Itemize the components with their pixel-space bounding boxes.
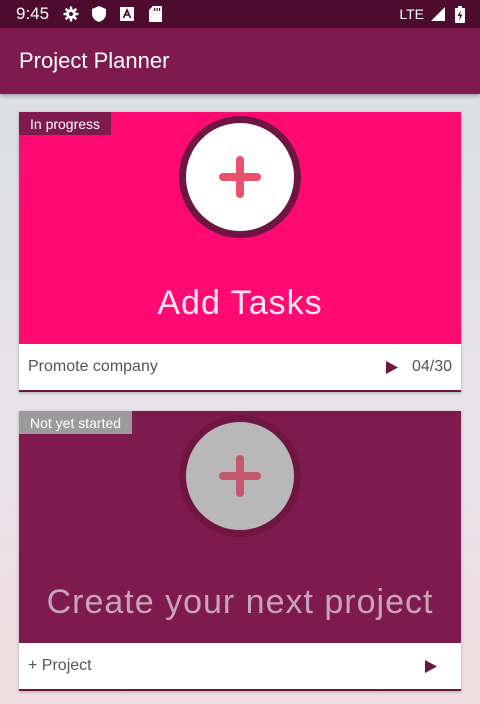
sd-card-icon [147,6,163,22]
gear-icon [63,6,79,22]
card-caption: Create your next project [46,583,434,621]
system-status: LTE [399,5,468,23]
status-badge: Not yet started [19,411,133,434]
signal-icon [430,6,446,22]
network-type: LTE [399,6,424,22]
play-icon[interactable] [384,359,400,375]
shield-icon [91,6,107,22]
card-caption: Add Tasks [157,284,323,322]
card-footer[interactable]: Promote company 04/30 [19,344,461,392]
card-media[interactable]: In progress Add Tasks [19,112,461,344]
plus-icon [219,455,261,497]
card-footer[interactable]: + Project [19,643,461,691]
app-title: Project Planner [19,48,170,73]
status-time: 9:45 [16,4,50,23]
status-bar: 9:45 LTE [0,0,480,28]
battery-charging-icon [452,5,468,23]
project-card-in-progress[interactable]: In progress Add Tasks Promote company 04… [19,112,461,392]
create-project-button[interactable] [179,415,301,537]
task-count: 04/30 [411,358,452,375]
project-card-not-started[interactable]: Not yet started Create your next project… [19,411,461,691]
status-badge: In progress [19,112,112,135]
plus-icon [219,156,261,198]
add-project-label[interactable]: + Project [28,657,423,675]
a-badge-icon [119,6,135,22]
project-name: Promote company [28,358,158,375]
notification-icons [63,6,163,22]
add-task-button[interactable] [179,116,301,238]
card-media[interactable]: Not yet started Create your next project [19,411,461,643]
app-bar: Project Planner [0,28,480,94]
play-icon[interactable] [423,658,439,674]
